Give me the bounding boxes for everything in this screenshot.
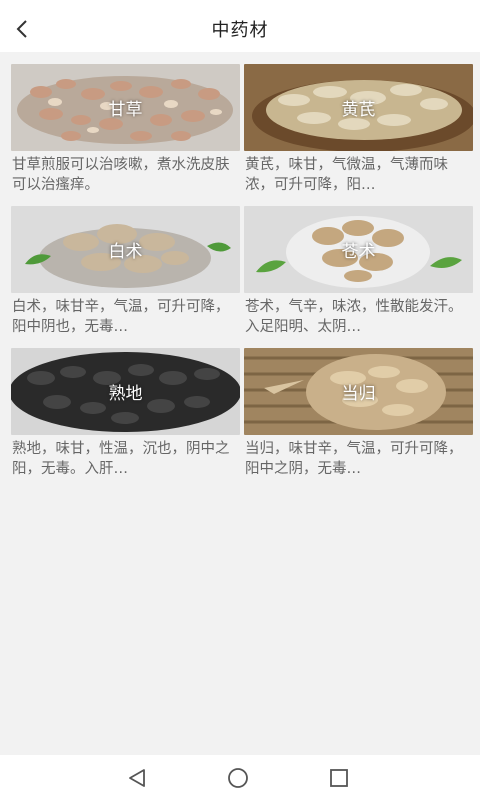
herb-image: 当归 [244, 348, 473, 435]
herb-description: 当归，味甘辛，气温，可升可降，阳中之阴，无毒… [245, 441, 463, 477]
system-home-button[interactable] [223, 763, 253, 793]
herb-description: 熟地，味甘，性温，沉也，阴中之阳，无毒。入肝… [12, 441, 230, 477]
herb-name: 黄芪 [341, 100, 376, 120]
square-recents-icon [330, 769, 348, 787]
herb-name: 甘草 [108, 100, 143, 120]
herb-name: 熟地 [108, 384, 143, 404]
app-screen: 中药材 甘草 甘草煎服可以治咳嗽，煮水洗皮肤可以治瘙痒。 黄芪 黄芪，味甘，气微… [0, 0, 480, 800]
herb-card-baizhu[interactable]: 白术 白术，味甘辛，气温，可升可降，阳中阴也，无毒… [11, 206, 240, 348]
herb-card-gancao[interactable]: 甘草 甘草煎服可以治咳嗽，煮水洗皮肤可以治瘙痒。 [11, 64, 240, 206]
system-recents-button[interactable] [324, 763, 354, 793]
herb-name: 苍术 [341, 242, 376, 262]
back-button[interactable] [6, 12, 40, 46]
triangle-back-icon [129, 769, 145, 787]
herb-name: 白术 [108, 242, 143, 262]
herb-image: 黄芪 [244, 64, 473, 151]
system-back-button[interactable] [122, 763, 152, 793]
circle-home-icon [228, 768, 248, 788]
herb-description: 甘草煎服可以治咳嗽，煮水洗皮肤可以治瘙痒。 [12, 157, 230, 193]
chevron-left-icon [16, 20, 27, 38]
herb-name: 当归 [341, 384, 376, 404]
herb-card-huangqi[interactable]: 黄芪 黄芪，味甘，气微温，气薄而味浓，可升可降，阳… [244, 64, 473, 206]
herb-description: 苍术，气辛，味浓，性散能发汗。入足阳明、太阴… [245, 299, 463, 335]
page-title: 中药材 [211, 20, 269, 41]
herb-description: 白术，味甘辛，气温，可升可降，阳中阴也，无毒… [12, 299, 230, 335]
header-bar: 中药材 [0, 6, 480, 52]
herb-image: 白术 [11, 206, 240, 293]
herb-card-cangzhu[interactable]: 苍术 苍术，气辛，味浓，性散能发汗。入足阳明、太阴… [244, 206, 473, 348]
herb-list[interactable]: 甘草 甘草煎服可以治咳嗽，煮水洗皮肤可以治瘙痒。 黄芪 黄芪，味甘，气微温，气薄… [0, 52, 480, 755]
herb-image: 苍术 [244, 206, 473, 293]
herb-grid: 甘草 甘草煎服可以治咳嗽，煮水洗皮肤可以治瘙痒。 黄芪 黄芪，味甘，气微温，气薄… [11, 64, 473, 490]
herb-image: 甘草 [11, 64, 240, 151]
herb-image: 熟地 [11, 348, 240, 435]
herb-description: 黄芪，味甘，气微温，气薄而味浓，可升可降，阳… [245, 157, 448, 193]
herb-card-danggui[interactable]: 当归 当归，味甘辛，气温，可升可降，阳中之阴，无毒… [244, 348, 473, 490]
system-navigation-bar [0, 755, 480, 800]
herb-card-shudi[interactable]: 熟地 熟地，味甘，性温，沉也，阴中之阳，无毒。入肝… [11, 348, 240, 490]
